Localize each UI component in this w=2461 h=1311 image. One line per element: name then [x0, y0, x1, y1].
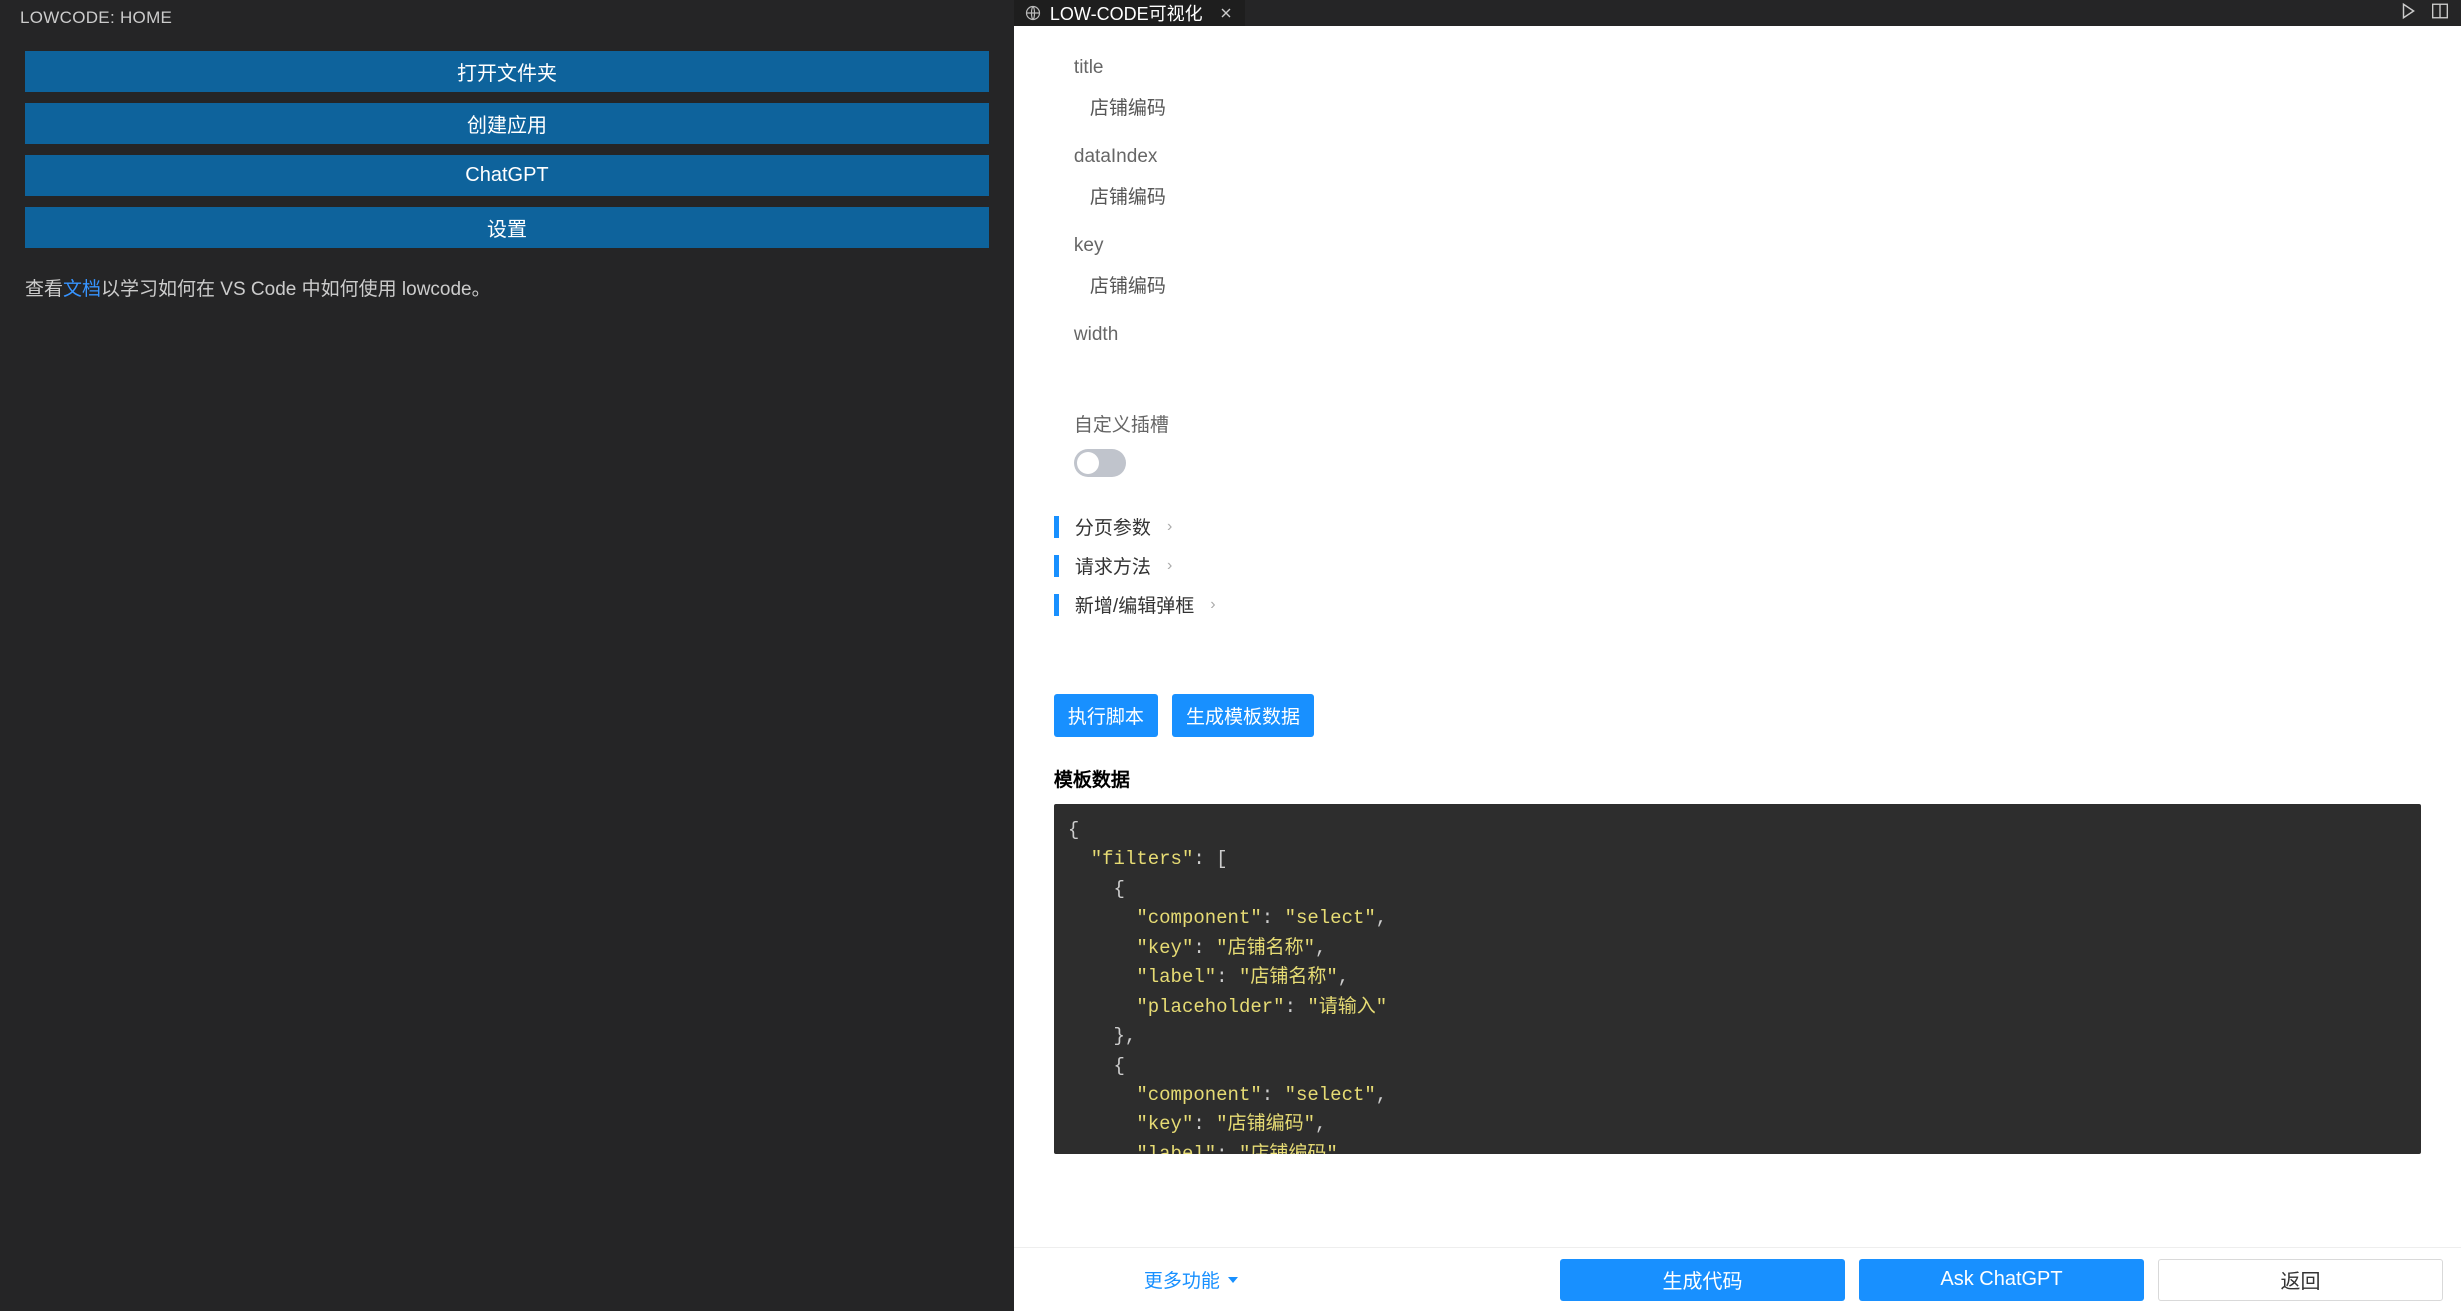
more-label: 更多功能: [1144, 1266, 1220, 1293]
doc-help-text: 查看文档以学习如何在 VS Code 中如何使用 lowcode。: [0, 256, 1014, 319]
section-label: 请求方法: [1075, 552, 1151, 579]
create-app-button[interactable]: 创建应用: [25, 103, 989, 144]
accent-bar-icon: [1054, 516, 1059, 538]
custom-slot-toggle[interactable]: [1074, 449, 1126, 477]
more-features-link[interactable]: 更多功能: [1014, 1266, 1238, 1293]
globe-icon: [1024, 4, 1042, 22]
tab-label: LOW-CODE可视化: [1050, 0, 1203, 26]
editor-actions: [2399, 0, 2461, 26]
section-label: 新增/编辑弹框: [1075, 591, 1194, 618]
open-folder-button[interactable]: 打开文件夹: [25, 51, 989, 92]
title-value[interactable]: 店铺编码: [1074, 79, 2401, 140]
doc-prefix: 查看: [25, 279, 63, 300]
chatgpt-button[interactable]: ChatGPT: [25, 155, 989, 196]
template-data-code[interactable]: { "filters": [ { "component": "select", …: [1054, 804, 2421, 1154]
back-button[interactable]: 返回: [2158, 1259, 2443, 1301]
settings-button[interactable]: 设置: [25, 207, 989, 248]
key-label: key: [1074, 235, 2401, 257]
key-value[interactable]: 店铺编码: [1074, 257, 2401, 318]
generate-code-button[interactable]: 生成代码: [1560, 1259, 1845, 1301]
sidebar-button-stack: 打开文件夹 创建应用 ChatGPT 设置: [0, 31, 1014, 256]
editor-panel: LOW-CODE可视化 title 店铺编码 dataIndex 店铺编码 ke…: [1014, 0, 2461, 1311]
sidebar-title: LOWCODE: HOME: [0, 0, 1014, 31]
width-value[interactable]: [1074, 346, 2401, 380]
split-editor-icon[interactable]: [2431, 2, 2449, 25]
tab-lowcode-visual[interactable]: LOW-CODE可视化: [1014, 0, 1245, 26]
collapsible-list: 分页参数 › 请求方法 › 新增/编辑弹框 ›: [1014, 507, 2461, 644]
section-pagination[interactable]: 分页参数 ›: [1054, 507, 2421, 546]
run-script-button[interactable]: 执行脚本: [1054, 694, 1158, 737]
column-form: title 店铺编码 dataIndex 店铺编码 key 店铺编码 width…: [1014, 26, 2461, 507]
run-icon[interactable]: [2399, 2, 2417, 25]
chevron-right-icon: ›: [1210, 596, 1215, 614]
width-label: width: [1074, 324, 2401, 346]
ask-chatgpt-button[interactable]: Ask ChatGPT: [1859, 1259, 2144, 1301]
section-label: 分页参数: [1075, 513, 1151, 540]
doc-suffix: 以学习如何在 VS Code 中如何使用 lowcode。: [101, 279, 491, 300]
slot-label: 自定义插槽: [1074, 410, 2401, 437]
section-request-method[interactable]: 请求方法 ›: [1054, 546, 2421, 585]
doc-link[interactable]: 文档: [63, 279, 101, 300]
home-sidebar: LOWCODE: HOME 打开文件夹 创建应用 ChatGPT 设置 查看文档…: [0, 0, 1014, 1311]
dataindex-value[interactable]: 店铺编码: [1074, 168, 2401, 229]
script-actions: 执行脚本 生成模板数据: [1014, 644, 2461, 753]
dataindex-label: dataIndex: [1074, 146, 2401, 168]
accent-bar-icon: [1054, 555, 1059, 577]
footer-bar: 更多功能 生成代码 Ask ChatGPT 返回: [1014, 1247, 2461, 1311]
close-icon[interactable]: [1217, 4, 1235, 22]
accent-bar-icon: [1054, 594, 1059, 616]
template-data-heading: 模板数据: [1014, 753, 2461, 804]
gen-template-data-button[interactable]: 生成模板数据: [1172, 694, 1314, 737]
tab-bar: LOW-CODE可视化: [1014, 0, 2461, 26]
chevron-right-icon: ›: [1167, 557, 1172, 575]
chevron-right-icon: ›: [1167, 518, 1172, 536]
section-edit-dialog[interactable]: 新增/编辑弹框 ›: [1054, 585, 2421, 624]
title-label: title: [1074, 57, 2401, 79]
form-scroll[interactable]: title 店铺编码 dataIndex 店铺编码 key 店铺编码 width…: [1014, 26, 2461, 1247]
